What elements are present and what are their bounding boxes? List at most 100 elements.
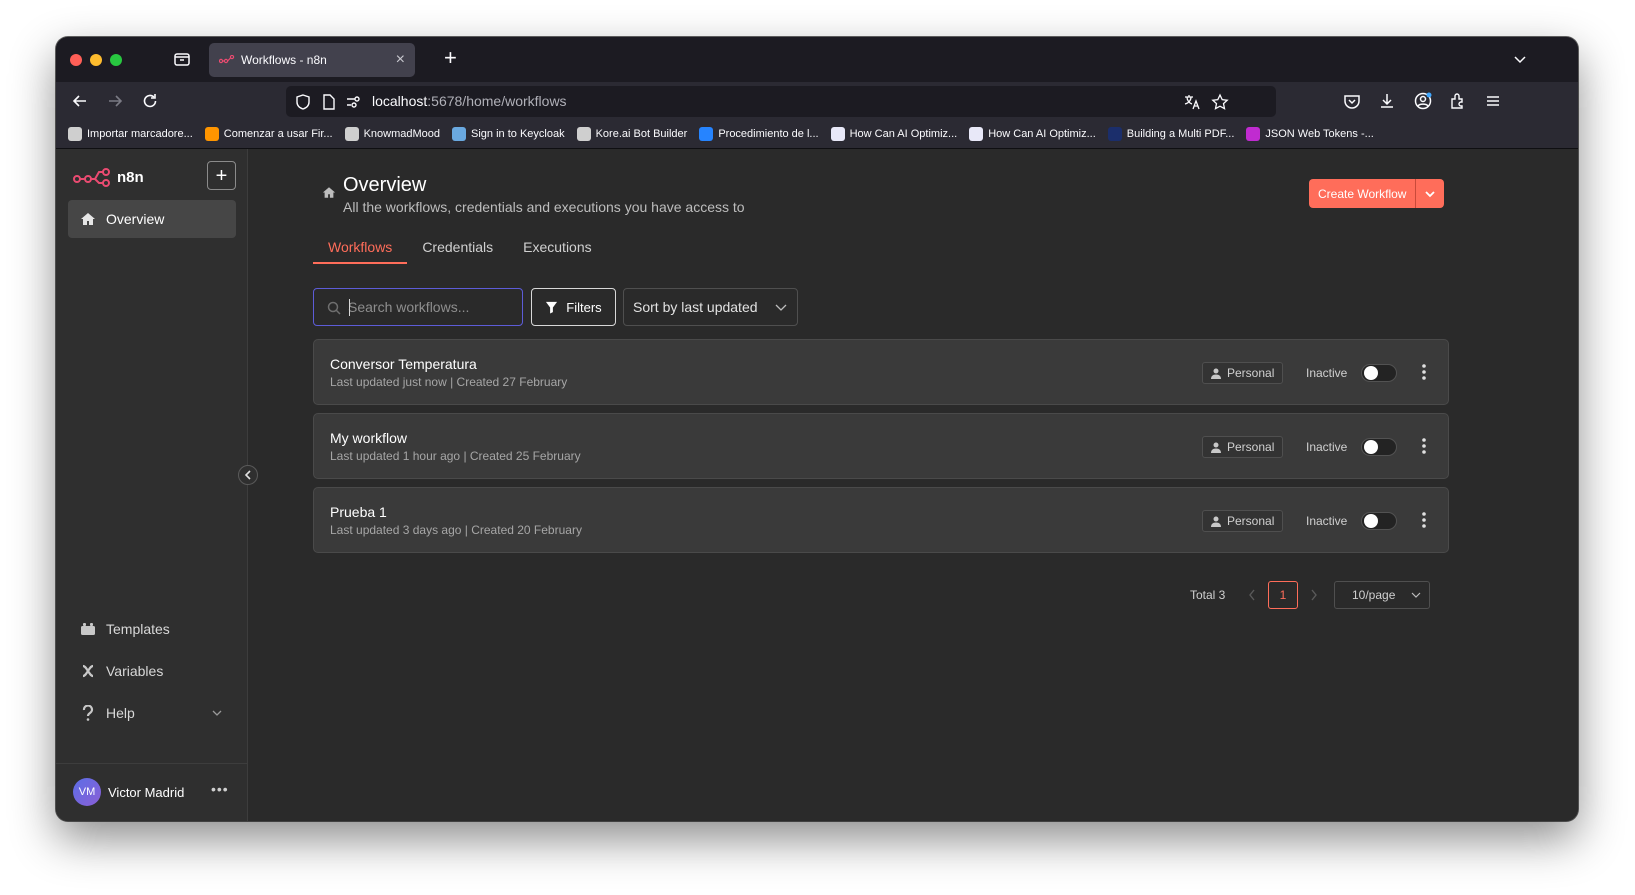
search-icon xyxy=(327,301,341,315)
tab-credentials[interactable]: Credentials xyxy=(407,236,508,264)
sidebar-item-variables[interactable]: Variables xyxy=(68,652,236,690)
site-permissions-icon[interactable] xyxy=(344,93,362,111)
help-icon xyxy=(80,705,96,721)
create-workflow-button[interactable]: Create Workflow xyxy=(1309,179,1445,208)
main-content: Overview All the workflows, credentials … xyxy=(248,149,1578,821)
activate-toggle[interactable] xyxy=(1361,512,1397,530)
home-icon xyxy=(80,211,96,227)
translate-icon[interactable] xyxy=(1183,93,1201,111)
chevron-down-icon xyxy=(775,304,787,311)
tab-workflows[interactable]: Workflows xyxy=(313,236,408,264)
chevron-down-icon[interactable] xyxy=(1416,179,1444,208)
more-options-icon[interactable] xyxy=(1417,436,1431,456)
owner-badge: Personal xyxy=(1202,436,1284,458)
owner-badge: Personal xyxy=(1202,362,1284,384)
workflow-meta: Last updated 3 days ago | Created 20 Feb… xyxy=(330,523,582,537)
workflow-name[interactable]: Conversor Temperatura xyxy=(330,356,477,372)
tab-close-icon[interactable]: × xyxy=(396,52,405,68)
bookmark-item[interactable]: Sign in to Keycloak xyxy=(452,127,565,141)
pocket-icon[interactable] xyxy=(1342,91,1362,111)
chevron-left-icon[interactable] xyxy=(1248,589,1256,601)
bookmark-item[interactable]: Kore.ai Bot Builder xyxy=(576,127,687,141)
sidebar-item-overview[interactable]: Overview xyxy=(68,200,236,238)
logo-text: n8n xyxy=(117,168,144,186)
workflow-card[interactable]: Conversor Temperatura Last updated just … xyxy=(313,339,1449,405)
maximize-window-button[interactable] xyxy=(110,54,122,66)
n8n-favicon-icon xyxy=(219,55,235,64)
owner-badge: Personal xyxy=(1202,510,1284,532)
search-input[interactable] xyxy=(348,289,518,325)
sidebar-item-help[interactable]: Help xyxy=(68,694,236,732)
extensions-icon[interactable] xyxy=(1448,91,1468,111)
search-box[interactable] xyxy=(313,288,523,326)
chevron-down-icon[interactable] xyxy=(1512,51,1528,67)
openai-icon xyxy=(830,127,845,141)
back-icon[interactable] xyxy=(70,91,90,111)
url-bar[interactable]: localhost:5678/home/workflows xyxy=(286,86,1276,117)
globe-icon xyxy=(576,127,591,141)
variables-icon xyxy=(80,663,96,679)
firefox-icon xyxy=(204,127,219,141)
tabs: Workflows Credentials Executions xyxy=(313,236,607,264)
download-icon[interactable] xyxy=(1377,91,1397,111)
chevron-down-icon xyxy=(212,710,222,716)
activate-toggle[interactable] xyxy=(1361,364,1397,382)
n8n-logo[interactable]: n8n xyxy=(73,167,144,187)
sidebar-item-label: Variables xyxy=(106,663,164,679)
page-subtitle: All the workflows, credentials and execu… xyxy=(343,199,745,215)
bookmark-item[interactable]: Building a Multi PDF... xyxy=(1107,127,1234,141)
page-number[interactable]: 1 xyxy=(1268,581,1298,609)
bookmark-item[interactable]: Procedimiento de l... xyxy=(699,127,819,141)
add-button[interactable]: + xyxy=(207,161,236,190)
n8n-logo-icon xyxy=(73,168,110,187)
more-options-icon[interactable] xyxy=(1417,510,1431,530)
sidebar-item-label: Overview xyxy=(106,211,165,227)
account-icon[interactable] xyxy=(1413,91,1433,111)
close-window-button[interactable] xyxy=(70,54,82,66)
home-icon xyxy=(322,187,336,198)
keycloak-icon xyxy=(452,127,467,141)
workflow-meta: Last updated 1 hour ago | Created 25 Feb… xyxy=(330,449,581,463)
more-options-icon[interactable] xyxy=(1417,362,1431,382)
reload-icon[interactable] xyxy=(140,91,160,111)
sort-select[interactable]: Sort by last updated xyxy=(623,288,798,326)
bookmark-item[interactable]: JSON Web Tokens -... xyxy=(1246,127,1374,141)
tab-list-icon[interactable] xyxy=(172,49,194,71)
workflow-meta: Last updated just now | Created 27 Febru… xyxy=(330,375,568,389)
filters-button[interactable]: Filters xyxy=(531,288,616,326)
workflow-name[interactable]: Prueba 1 xyxy=(330,504,387,520)
workflow-card[interactable]: Prueba 1 Last updated 3 days ago | Creat… xyxy=(313,487,1449,553)
page-size-select[interactable]: 10/page xyxy=(1334,581,1430,609)
filter-icon xyxy=(546,301,558,314)
tab-title: Workflows - n8n xyxy=(241,53,327,67)
bookmark-item[interactable]: KnowmadMood xyxy=(344,127,440,141)
menu-icon[interactable] xyxy=(1483,91,1503,111)
bookmark-item[interactable]: Comenzar a usar Fir... xyxy=(204,127,333,141)
confluence-icon xyxy=(699,127,714,141)
workflow-name[interactable]: My workflow xyxy=(330,430,407,446)
bookmark-item[interactable]: How Can AI Optimiz... xyxy=(969,127,1096,141)
url-text[interactable]: localhost:5678/home/workflows xyxy=(372,93,567,109)
create-workflow-label[interactable]: Create Workflow xyxy=(1309,179,1417,208)
new-tab-button[interactable]: + xyxy=(444,47,457,69)
user-icon xyxy=(1211,442,1221,453)
forward-icon[interactable] xyxy=(105,91,125,111)
sidebar-item-label: Help xyxy=(106,705,135,721)
n8n-app: n8n + Overview Templates Variables Help … xyxy=(56,149,1578,821)
tab-executions[interactable]: Executions xyxy=(508,236,606,264)
sidebar-item-templates[interactable]: Templates xyxy=(68,610,236,648)
workflow-card[interactable]: My workflow Last updated 1 hour ago | Cr… xyxy=(313,413,1449,479)
page-icon[interactable] xyxy=(320,93,338,111)
bookmark-star-icon[interactable] xyxy=(1211,93,1229,111)
activate-toggle[interactable] xyxy=(1361,438,1397,456)
bookmark-item[interactable]: Importar marcadore... xyxy=(68,127,193,141)
browser-tab[interactable]: Workflows - n8n × xyxy=(209,43,415,77)
avatar[interactable]: VM xyxy=(73,778,101,806)
shield-icon[interactable] xyxy=(294,93,312,111)
text-caret xyxy=(349,299,350,316)
minimize-window-button[interactable] xyxy=(90,54,102,66)
bookmark-item[interactable]: How Can AI Optimiz... xyxy=(830,127,957,141)
user-footer: VM Victor Madrid ••• xyxy=(56,763,247,821)
chevron-right-icon[interactable] xyxy=(1310,589,1318,601)
user-menu-icon[interactable]: ••• xyxy=(211,781,229,797)
